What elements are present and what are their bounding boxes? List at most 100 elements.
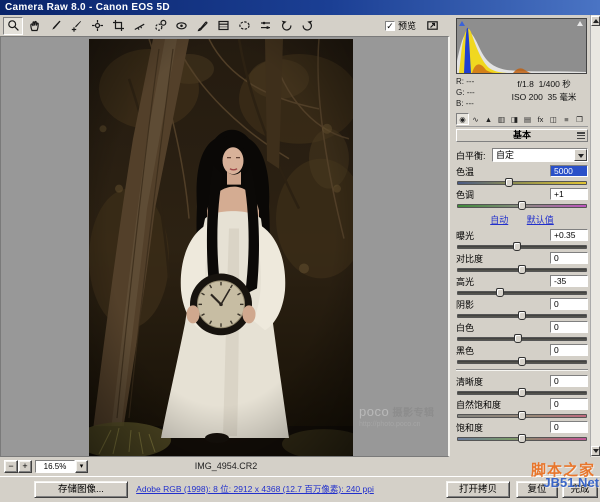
poco-watermark: poco 摄影专辑 http://photo.poco.cn	[359, 405, 449, 429]
window-title: Camera Raw 8.0 - Canon EOS 5D	[5, 2, 170, 13]
clarity-value-field[interactable]: 0	[550, 375, 588, 387]
open-copy-button[interactable]: 打开拷贝	[446, 481, 510, 498]
checkbox-check-icon: ✓	[385, 21, 395, 31]
section-divider	[456, 369, 588, 371]
red-eye-removal-tool-icon[interactable]	[171, 17, 191, 35]
slider-thumb[interactable]	[496, 288, 504, 297]
tint-value-field[interactable]: +1	[550, 188, 588, 200]
tab-detail-icon[interactable]: ▲	[482, 113, 495, 125]
panel-scrollbar[interactable]	[590, 15, 600, 457]
section-title: 基本	[513, 130, 531, 140]
slider-thumb[interactable]	[518, 265, 526, 274]
contrast-value-field[interactable]: 0	[550, 252, 588, 264]
white-balance-select[interactable]: 自定	[492, 148, 588, 162]
tab-hsl-grayscale-icon[interactable]: ▥	[495, 113, 508, 125]
slider-thumb[interactable]	[518, 357, 526, 366]
default-link[interactable]: 默认值	[527, 215, 554, 225]
scroll-up-icon[interactable]	[591, 16, 600, 26]
slider-thumb[interactable]	[518, 411, 526, 420]
saturation-slider[interactable]	[457, 437, 587, 441]
exposure-value-field[interactable]: +0.35	[550, 229, 588, 241]
slider-thumb[interactable]	[513, 242, 521, 251]
exif-info: R: --- G: --- B: --- f/1.8 1/400 秒 ISO 2…	[456, 77, 588, 109]
slider-thumb[interactable]	[518, 201, 526, 210]
rotate-right-tool-icon[interactable]	[297, 17, 317, 35]
tab-split-toning-icon[interactable]: ◨	[508, 113, 521, 125]
clarity-slider-row: 清晰度0	[456, 375, 588, 395]
temperature-slider[interactable]	[457, 181, 587, 185]
vibrance-slider-row: 自然饱和度0	[456, 398, 588, 418]
poco-logo: poco	[359, 404, 389, 419]
adjustment-brush-tool-icon[interactable]	[192, 17, 212, 35]
straighten-tool-icon[interactable]	[129, 17, 149, 35]
auto-link[interactable]: 自动	[490, 215, 508, 225]
toolbar: ✓ 预览	[0, 15, 452, 36]
vibrance-value-field[interactable]: 0	[550, 398, 588, 410]
white-balance-row: 白平衡: 自定	[456, 148, 588, 162]
preview-checkbox[interactable]: ✓ 预览	[385, 19, 416, 32]
shadows-slider[interactable]	[457, 314, 587, 318]
color-sampler-tool-icon[interactable]	[66, 17, 86, 35]
done-button[interactable]: 完成	[562, 481, 598, 498]
whites-value-field[interactable]: 0	[550, 321, 588, 333]
blacks-slider-row: 黑色0	[456, 344, 588, 364]
rotate-left-tool-icon[interactable]	[276, 17, 296, 35]
image-preview-area[interactable]: poco 摄影专辑 http://photo.poco.cn	[0, 36, 450, 457]
title-bar[interactable]: Camera Raw 8.0 - Canon EOS 5D	[0, 0, 600, 15]
blacks-value-field[interactable]: 0	[550, 344, 588, 356]
tab-presets-icon[interactable]: ≡	[560, 113, 573, 125]
preferences-tool-icon[interactable]	[255, 17, 275, 35]
zoom-tool-icon[interactable]	[3, 17, 23, 35]
crop-tool-icon[interactable]	[108, 17, 128, 35]
adjustments-panel: R: --- G: --- B: --- f/1.8 1/400 秒 ISO 2…	[452, 15, 600, 457]
targeted-adjustment-tool-icon[interactable]	[87, 17, 107, 35]
vibrance-slider[interactable]	[457, 414, 587, 418]
panel-tabs: ◉ ∿ ▲ ▥ ◨ ▤ fx ◫ ≡ ❐	[456, 113, 588, 127]
poco-suffix: 摄影专辑	[389, 408, 434, 419]
workflow-options-link[interactable]: Adobe RGB (1998): 8 位: 2912 x 4368 (12.7…	[110, 483, 400, 495]
tab-effects-icon[interactable]: fx	[534, 113, 547, 125]
preview-label: 预览	[398, 19, 416, 32]
exposure-slider[interactable]	[457, 245, 587, 249]
tab-camera-calibration-icon[interactable]: ◫	[547, 113, 560, 125]
tab-snapshots-icon[interactable]: ❐	[573, 113, 586, 125]
radial-filter-tool-icon[interactable]	[234, 17, 254, 35]
histogram-graph	[457, 23, 586, 73]
shadows-slider-row: 阴影0	[456, 298, 588, 318]
fullscreen-toggle-icon[interactable]	[422, 17, 442, 35]
slider-thumb[interactable]	[518, 434, 526, 443]
tab-tone-curve-icon[interactable]: ∿	[469, 113, 482, 125]
panel-menu-icon[interactable]	[577, 132, 585, 139]
slider-thumb[interactable]	[505, 178, 513, 187]
contrast-slider[interactable]	[457, 268, 587, 272]
footer-bar: 存储图像... Adobe RGB (1998): 8 位: 2912 x 43…	[0, 476, 600, 502]
shadows-value-field[interactable]: 0	[550, 298, 588, 310]
slider-thumb[interactable]	[518, 311, 526, 320]
highlights-value-field[interactable]: -35	[550, 275, 588, 287]
exposure-slider-row: 曝光+0.35	[456, 229, 588, 249]
highlights-slider[interactable]	[457, 291, 587, 295]
blacks-slider[interactable]	[457, 360, 587, 364]
tab-lens-corrections-icon[interactable]: ▤	[521, 113, 534, 125]
saturation-value-field[interactable]: 0	[550, 421, 588, 433]
tab-basic-icon[interactable]: ◉	[456, 113, 469, 125]
contrast-slider-row: 对比度0	[456, 252, 588, 272]
saturation-slider-row: 饱和度0	[456, 421, 588, 441]
hand-tool-icon[interactable]	[24, 17, 44, 35]
tint-slider-row: 色调+1	[456, 188, 588, 208]
image-filename: IMG_4954.CR2	[0, 461, 452, 471]
basic-section-header: 基本	[456, 129, 588, 142]
reset-button[interactable]: 复位	[516, 481, 558, 498]
tint-slider[interactable]	[457, 204, 587, 208]
whites-slider[interactable]	[457, 337, 587, 341]
slider-thumb[interactable]	[518, 388, 526, 397]
spot-removal-tool-icon[interactable]	[150, 17, 170, 35]
slider-thumb[interactable]	[514, 334, 522, 343]
photo-canvas[interactable]	[89, 39, 353, 456]
scroll-down-icon[interactable]	[591, 446, 600, 456]
clarity-slider[interactable]	[457, 391, 587, 395]
graduated-filter-tool-icon[interactable]	[213, 17, 233, 35]
chevron-down-icon[interactable]	[574, 149, 587, 161]
white-balance-tool-icon[interactable]	[45, 17, 65, 35]
temperature-value-field[interactable]: 5000	[550, 165, 588, 177]
